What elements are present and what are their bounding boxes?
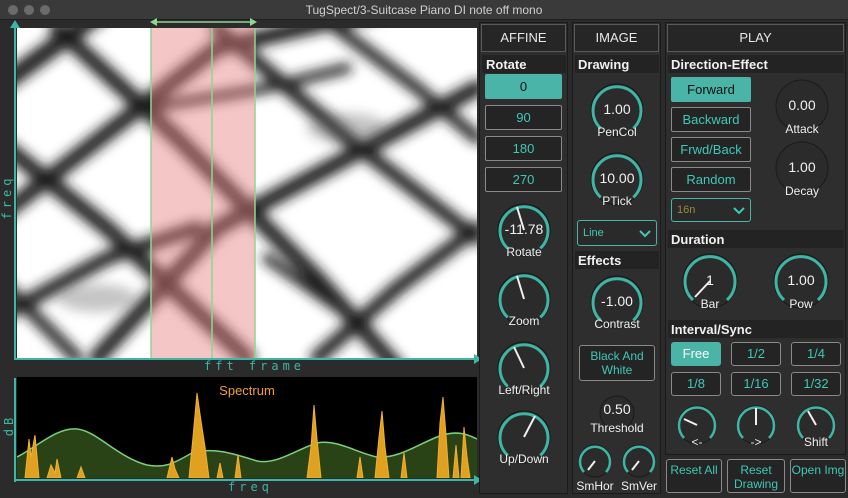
db-label: dB: [2, 413, 16, 437]
interval-right-knob[interactable]: ->: [734, 403, 778, 449]
sync-free-button[interactable]: Free: [671, 342, 721, 366]
bar-label: Bar: [700, 297, 720, 311]
window-title: TugSpect/3-Suitcase Piano DI note off mo…: [305, 3, 543, 17]
ptick-label: PTick: [602, 194, 632, 208]
black-and-white-button[interactable]: Black And White: [579, 345, 655, 381]
sync-1-2-button[interactable]: 1/2: [731, 342, 781, 366]
smhor-knob[interactable]: SmHor: [576, 443, 614, 493]
contrast-knob[interactable]: -1.00 Contrast: [588, 273, 646, 331]
note-value-select[interactable]: 16n: [671, 198, 751, 222]
sync-1-8-button[interactable]: 1/8: [671, 372, 721, 396]
decay-label: Decay: [784, 184, 819, 198]
affine-header: AFFINE: [481, 24, 566, 52]
play-header: PLAY: [667, 24, 844, 52]
rotate-section-title: Rotate: [486, 57, 527, 72]
pow-label: Pow: [789, 297, 813, 311]
attack-knob[interactable]: 0.00 Attack: [773, 77, 831, 136]
shift-label: Shift: [803, 435, 828, 449]
interval-left-knob[interactable]: <-: [675, 403, 719, 449]
rotate-270-button[interactable]: 270: [485, 167, 562, 192]
reset-all-button[interactable]: Reset All: [666, 459, 722, 493]
threshold-knob[interactable]: 0.50 Threshold: [590, 393, 644, 435]
freq-axis-arrow-icon: [10, 20, 20, 28]
selection-region[interactable]: [151, 28, 255, 358]
affine-panel: AFFINE Rotate 0 90 180 270 -11.78 Rotate…: [479, 22, 568, 494]
backward-button[interactable]: Backward: [671, 107, 751, 132]
duration-section-title: Duration: [671, 232, 725, 247]
random-button[interactable]: Random: [671, 167, 751, 192]
zoom-knob-label: Zoom: [508, 314, 540, 328]
left-right-knob[interactable]: Left/Right: [495, 339, 553, 397]
smver-knob[interactable]: SmVer: [621, 443, 657, 493]
threshold-label: Threshold: [590, 421, 644, 435]
attack-label: Attack: [785, 122, 819, 136]
spectrum-freq-label: freq: [228, 480, 273, 494]
sync-1-4-button[interactable]: 1/4: [791, 342, 841, 366]
rotate-0-button[interactable]: 0: [485, 74, 562, 99]
effects-section-title: Effects: [578, 253, 622, 268]
open-img-button[interactable]: Open Img: [790, 459, 846, 493]
freq-label: freq: [0, 174, 14, 220]
play-panel: PLAY Direction-Effect Forward Backward F…: [665, 22, 846, 455]
pow-knob[interactable]: 1.00 Pow: [771, 251, 831, 311]
fft-frame-label: fft frame: [204, 359, 306, 373]
rotate-knob[interactable]: -11.78 Rotate: [495, 201, 553, 259]
draw-mode-select[interactable]: Line: [577, 220, 657, 246]
direction-section-title: Direction-Effect: [671, 57, 768, 72]
chevron-down-icon: [733, 207, 745, 215]
up-down-knob[interactable]: Up/Down: [495, 408, 553, 466]
rotate-knob-label: Rotate: [506, 245, 542, 259]
image-panel: IMAGE Drawing 1.00 PenCol 10.00 PTick Li…: [572, 22, 661, 494]
pencol-knob[interactable]: 1.00 PenCol: [588, 81, 646, 139]
left-right-knob-label: Left/Right: [498, 383, 550, 397]
rotate-180-button[interactable]: 180: [485, 136, 562, 161]
sync-1-32-button[interactable]: 1/32: [791, 372, 841, 396]
image-header: IMAGE: [574, 24, 659, 52]
spectrum-display: Spectrum: [17, 377, 477, 478]
zoom-knob[interactable]: Zoom: [495, 270, 553, 328]
interval-section-title: Interval/Sync: [671, 322, 752, 337]
rotate-90-button[interactable]: 90: [485, 105, 562, 130]
drawing-section-title: Drawing: [578, 57, 630, 72]
shift-knob[interactable]: Shift: [794, 403, 838, 449]
ptick-knob[interactable]: 10.00 PTick: [588, 150, 646, 208]
contrast-label: Contrast: [594, 317, 640, 331]
spectrum-title: Spectrum: [219, 383, 275, 398]
title-bar: TugSpect/3-Suitcase Piano DI note off mo…: [0, 0, 848, 20]
decay-knob[interactable]: 1.00 Decay: [773, 139, 831, 198]
frwd-back-button[interactable]: Frwd/Back: [671, 137, 751, 162]
spectrogram-image: [17, 28, 477, 358]
freq-axis: [14, 26, 16, 360]
sync-1-16-button[interactable]: 1/16: [731, 372, 781, 396]
pencol-label: PenCol: [597, 125, 637, 139]
spectrogram-canvas[interactable]: [17, 28, 477, 358]
bar-knob[interactable]: 1 Bar: [680, 251, 740, 311]
selection-range-arrow-icon[interactable]: [150, 18, 257, 26]
forward-button[interactable]: Forward: [671, 77, 751, 102]
reset-drawing-button[interactable]: Reset Drawing: [727, 459, 785, 493]
chevron-down-icon: [639, 230, 651, 238]
up-down-knob-label: Up/Down: [499, 452, 549, 466]
